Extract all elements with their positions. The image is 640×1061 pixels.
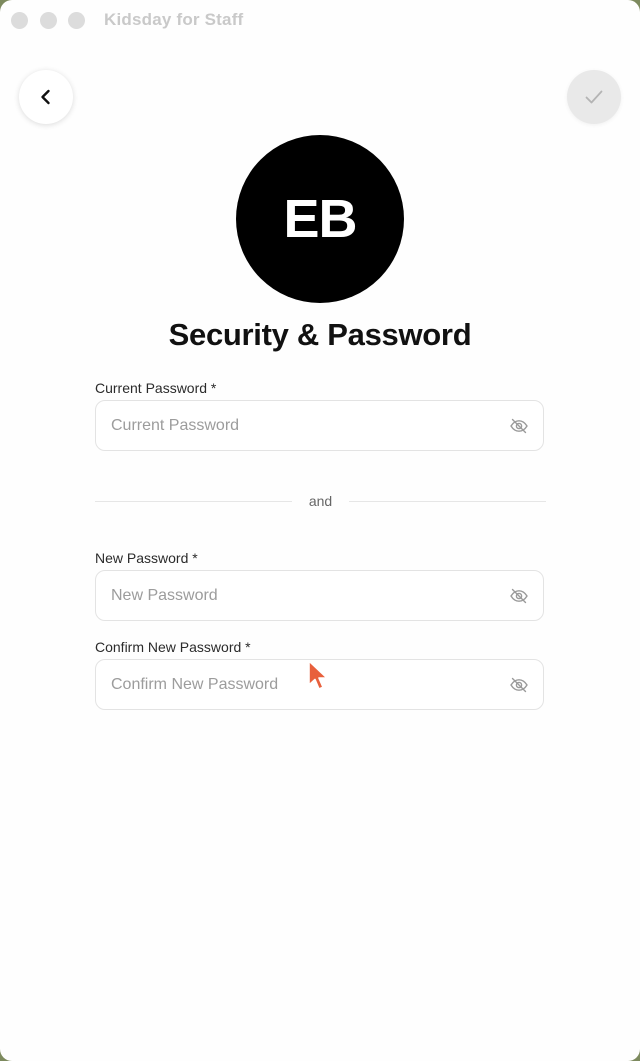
eye-off-icon	[510, 588, 528, 604]
mouse-cursor-icon	[308, 660, 328, 690]
eye-off-icon	[510, 418, 528, 434]
avatar-initials: EB	[283, 189, 357, 249]
confirm-password-toggle-button[interactable]	[509, 675, 529, 695]
checkmark-icon	[585, 90, 603, 104]
current-password-label: Current Password *	[95, 380, 217, 396]
confirm-password-label: Confirm New Password *	[95, 639, 251, 655]
current-password-field-container	[95, 400, 544, 451]
and-separator: and	[95, 492, 546, 512]
new-password-field-container	[95, 570, 544, 621]
confirm-password-input[interactable]	[111, 660, 496, 709]
window-title: Kidsday for Staff	[104, 10, 244, 29]
window-close-button[interactable]	[11, 12, 28, 29]
title-bar: Kidsday for Staff	[0, 0, 640, 40]
new-password-label: New Password *	[95, 550, 198, 566]
current-password-toggle-button[interactable]	[509, 416, 529, 436]
window-maximize-button[interactable]	[68, 12, 85, 29]
separator-line-right	[349, 501, 546, 502]
page-title: Security & Password	[168, 317, 472, 352]
back-button[interactable]	[19, 70, 73, 124]
new-password-input[interactable]	[111, 571, 496, 620]
window-minimize-button[interactable]	[40, 12, 57, 29]
chevron-left-icon	[41, 89, 50, 105]
app-window: Kidsday for Staff EB Security & Password…	[0, 0, 640, 1061]
current-password-input[interactable]	[111, 401, 496, 450]
save-button[interactable]	[567, 70, 621, 124]
new-password-toggle-button[interactable]	[509, 586, 529, 606]
eye-off-icon	[510, 677, 528, 693]
avatar: EB	[236, 135, 404, 303]
